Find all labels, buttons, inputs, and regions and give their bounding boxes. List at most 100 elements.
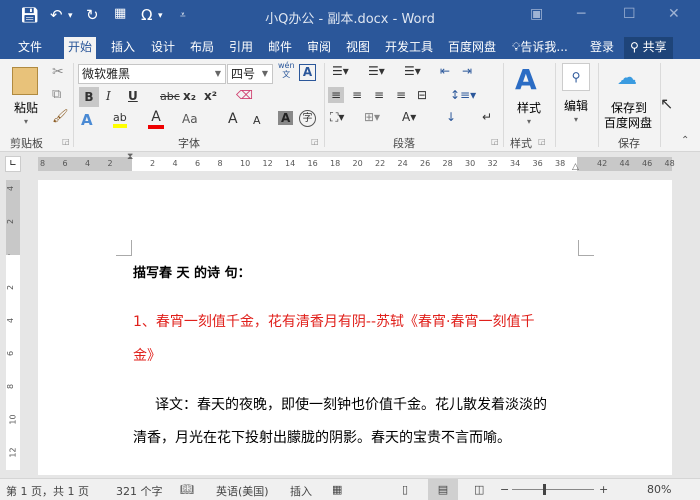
shrink-font-button[interactable]: A (253, 114, 261, 127)
bold-button[interactable]: B (79, 87, 99, 107)
align-right-icon[interactable]: ≡ (374, 88, 384, 102)
right-indent-marker-icon[interactable]: △ (572, 162, 579, 172)
center-icon[interactable]: ≡ (352, 88, 362, 102)
editing-button[interactable]: 编辑 (564, 97, 588, 114)
minimize-icon[interactable]: ─ (577, 6, 585, 22)
ruler-tick: 44 (619, 159, 630, 168)
translation-line-cont[interactable]: 清香，月光在花下投射出朦胧的阴影。春天的宝贵不言而喻。 (133, 428, 511, 448)
phonetic-guide-button[interactable]: wén 文 (278, 61, 295, 79)
vertical-ruler[interactable]: 4 2 · 2 4 6 8 10 12 (5, 180, 20, 470)
underline-button[interactable]: U (128, 89, 138, 103)
chevron-down-icon[interactable]: ▾ (574, 115, 578, 124)
decrease-indent-icon[interactable]: ⇤ (440, 64, 450, 78)
chevron-down-icon[interactable]: ▾ (527, 117, 531, 126)
save-to-baidu-label2[interactable]: 百度网盘 (604, 114, 652, 131)
ribbon-display-icon[interactable]: ▣ (530, 6, 543, 22)
collapse-ribbon-icon[interactable]: ⌃ (681, 135, 689, 146)
share-button[interactable]: ⚲ 共享 (624, 37, 673, 59)
font-name-select[interactable]: 微软雅黑 ▼ (78, 64, 226, 84)
indent-marker-icon[interactable]: ⧗ (127, 152, 133, 162)
tab-selector-icon[interactable]: ∟ (5, 156, 21, 172)
tab-layout[interactable]: 布局 (186, 37, 218, 59)
justify-icon[interactable]: ≡ (396, 88, 406, 102)
close-icon[interactable]: ✕ (668, 6, 680, 22)
paste-button[interactable]: 粘贴 (14, 99, 38, 116)
font-launcher-icon[interactable]: ◲ (311, 137, 319, 146)
read-mode-icon[interactable]: ▯ (402, 483, 408, 496)
tell-me-button[interactable]: 💡︎告诉我... (508, 37, 572, 59)
horizontal-ruler[interactable]: ∟ 8642 ⧗ 2 4 6 8 10 12 14 16 18 20 22 24 26 28 30 32 34 3… (0, 152, 700, 176)
proofing-icon[interactable]: 📖︎ (180, 483, 194, 496)
change-case-button[interactable]: Aa (182, 112, 198, 126)
format-painter-icon[interactable]: 🖌︎ (52, 109, 69, 124)
borders-icon[interactable]: ⊞▾ (364, 110, 380, 124)
multilevel-list-icon[interactable]: ☰▾ (404, 64, 421, 78)
increase-indent-icon[interactable]: ⇥ (462, 64, 472, 78)
show-marks-icon[interactable]: ↵ (482, 110, 492, 124)
heading[interactable]: 描写春 天 的诗 句： (133, 264, 251, 284)
strikethrough-button[interactable]: abc (160, 90, 180, 103)
zoom-slider-thumb[interactable] (542, 484, 546, 495)
font-size-select[interactable]: 四号 ▼ (227, 64, 273, 84)
sort-icon[interactable]: ↓ (446, 110, 456, 124)
distributed-icon[interactable]: ⊟ (417, 88, 427, 102)
tab-mailings[interactable]: 邮件 (264, 37, 296, 59)
baidu-netdisk-icon[interactable]: ☁ (617, 65, 637, 89)
tab-insert[interactable]: 插入 (107, 37, 139, 59)
print-layout-icon[interactable]: ▤ (428, 479, 458, 500)
zoom-level[interactable]: 80% (647, 483, 671, 496)
vertical-scrollbar[interactable] (681, 176, 700, 476)
align-left-icon[interactable]: ≡ (328, 87, 345, 103)
macro-icon[interactable]: ▦ (332, 483, 342, 496)
superscript-button[interactable]: x² (204, 89, 217, 103)
tab-baidu-netdisk[interactable]: 百度网盘 (444, 37, 500, 59)
ruler-tick: 14 (285, 159, 296, 168)
page-count[interactable]: 第 1 页，共 1 页 (6, 483, 89, 499)
highlight-color-button[interactable]: ab (113, 111, 127, 128)
zoom-slider[interactable] (512, 484, 594, 495)
bullets-icon[interactable]: ☰▾ (332, 64, 349, 78)
clear-formatting-icon[interactable]: ⌫ (236, 88, 253, 102)
tab-file[interactable]: 文件 (14, 37, 46, 59)
font-color-button[interactable]: A (148, 109, 164, 129)
subscript-button[interactable]: x₂ (183, 89, 196, 103)
translation-line[interactable]: 译文：春天的夜晚，即使一刻钟也价值千金。花儿散发着淡淡的 (155, 395, 547, 415)
clipboard-launcher-icon[interactable]: ◲ (62, 137, 70, 146)
language[interactable]: 英语(美国) (216, 483, 269, 499)
styles-icon[interactable]: A (515, 63, 537, 96)
poem-line[interactable]: 1、春宵一刻值千金，花有清香月有阴--苏轼《春宵·春宵一刻值千 (133, 312, 534, 332)
clipboard-icon[interactable] (12, 67, 38, 95)
tab-developer[interactable]: 开发工具 (381, 37, 437, 59)
text-effects-button[interactable]: A (81, 111, 93, 129)
zoom-out-button[interactable]: − (500, 483, 509, 496)
character-border-button[interactable]: A (299, 64, 316, 81)
enclose-characters-button[interactable]: 字 (299, 110, 316, 127)
document-page[interactable]: 描写春 天 的诗 句： 1、春宵一刻值千金，花有清香月有阴--苏轼《春宵·春宵一… (38, 180, 672, 475)
italic-button[interactable]: I (106, 89, 111, 103)
paragraph-launcher-icon[interactable]: ◲ (491, 137, 499, 146)
tab-references[interactable]: 引用 (225, 37, 257, 59)
login-link[interactable]: 登录 (586, 37, 618, 59)
search-icon[interactable]: ⚲ (562, 63, 590, 91)
maximize-icon[interactable]: ☐ (623, 6, 636, 22)
styles-launcher-icon[interactable]: ◲ (538, 137, 546, 146)
cut-icon[interactable]: ✂ (52, 64, 64, 80)
tab-review[interactable]: 审阅 (303, 37, 335, 59)
numbering-icon[interactable]: ☰▾ (368, 64, 385, 78)
grow-font-button[interactable]: A (228, 111, 238, 127)
tab-view[interactable]: 视图 (342, 37, 374, 59)
shading-icon[interactable]: ⛶▾ (330, 110, 344, 125)
insert-mode[interactable]: 插入 (290, 483, 312, 499)
tab-home[interactable]: 开始 (64, 37, 97, 59)
line-spacing-icon[interactable]: ↕≡▾ (450, 88, 476, 102)
poem-line-cont[interactable]: 金》 (133, 346, 161, 366)
chinese-layout-icon[interactable]: A▾ (402, 110, 416, 124)
web-layout-icon[interactable]: ◫ (474, 483, 484, 496)
tab-design[interactable]: 设计 (147, 37, 179, 59)
word-count[interactable]: 321 个字 (116, 483, 163, 499)
character-shading-button[interactable]: A (278, 111, 294, 125)
styles-button[interactable]: 样式 (517, 99, 541, 116)
zoom-in-button[interactable]: + (599, 483, 608, 496)
copy-icon[interactable]: ⧉ (52, 87, 61, 102)
paste-dropdown-icon[interactable]: ▾ (24, 117, 28, 126)
